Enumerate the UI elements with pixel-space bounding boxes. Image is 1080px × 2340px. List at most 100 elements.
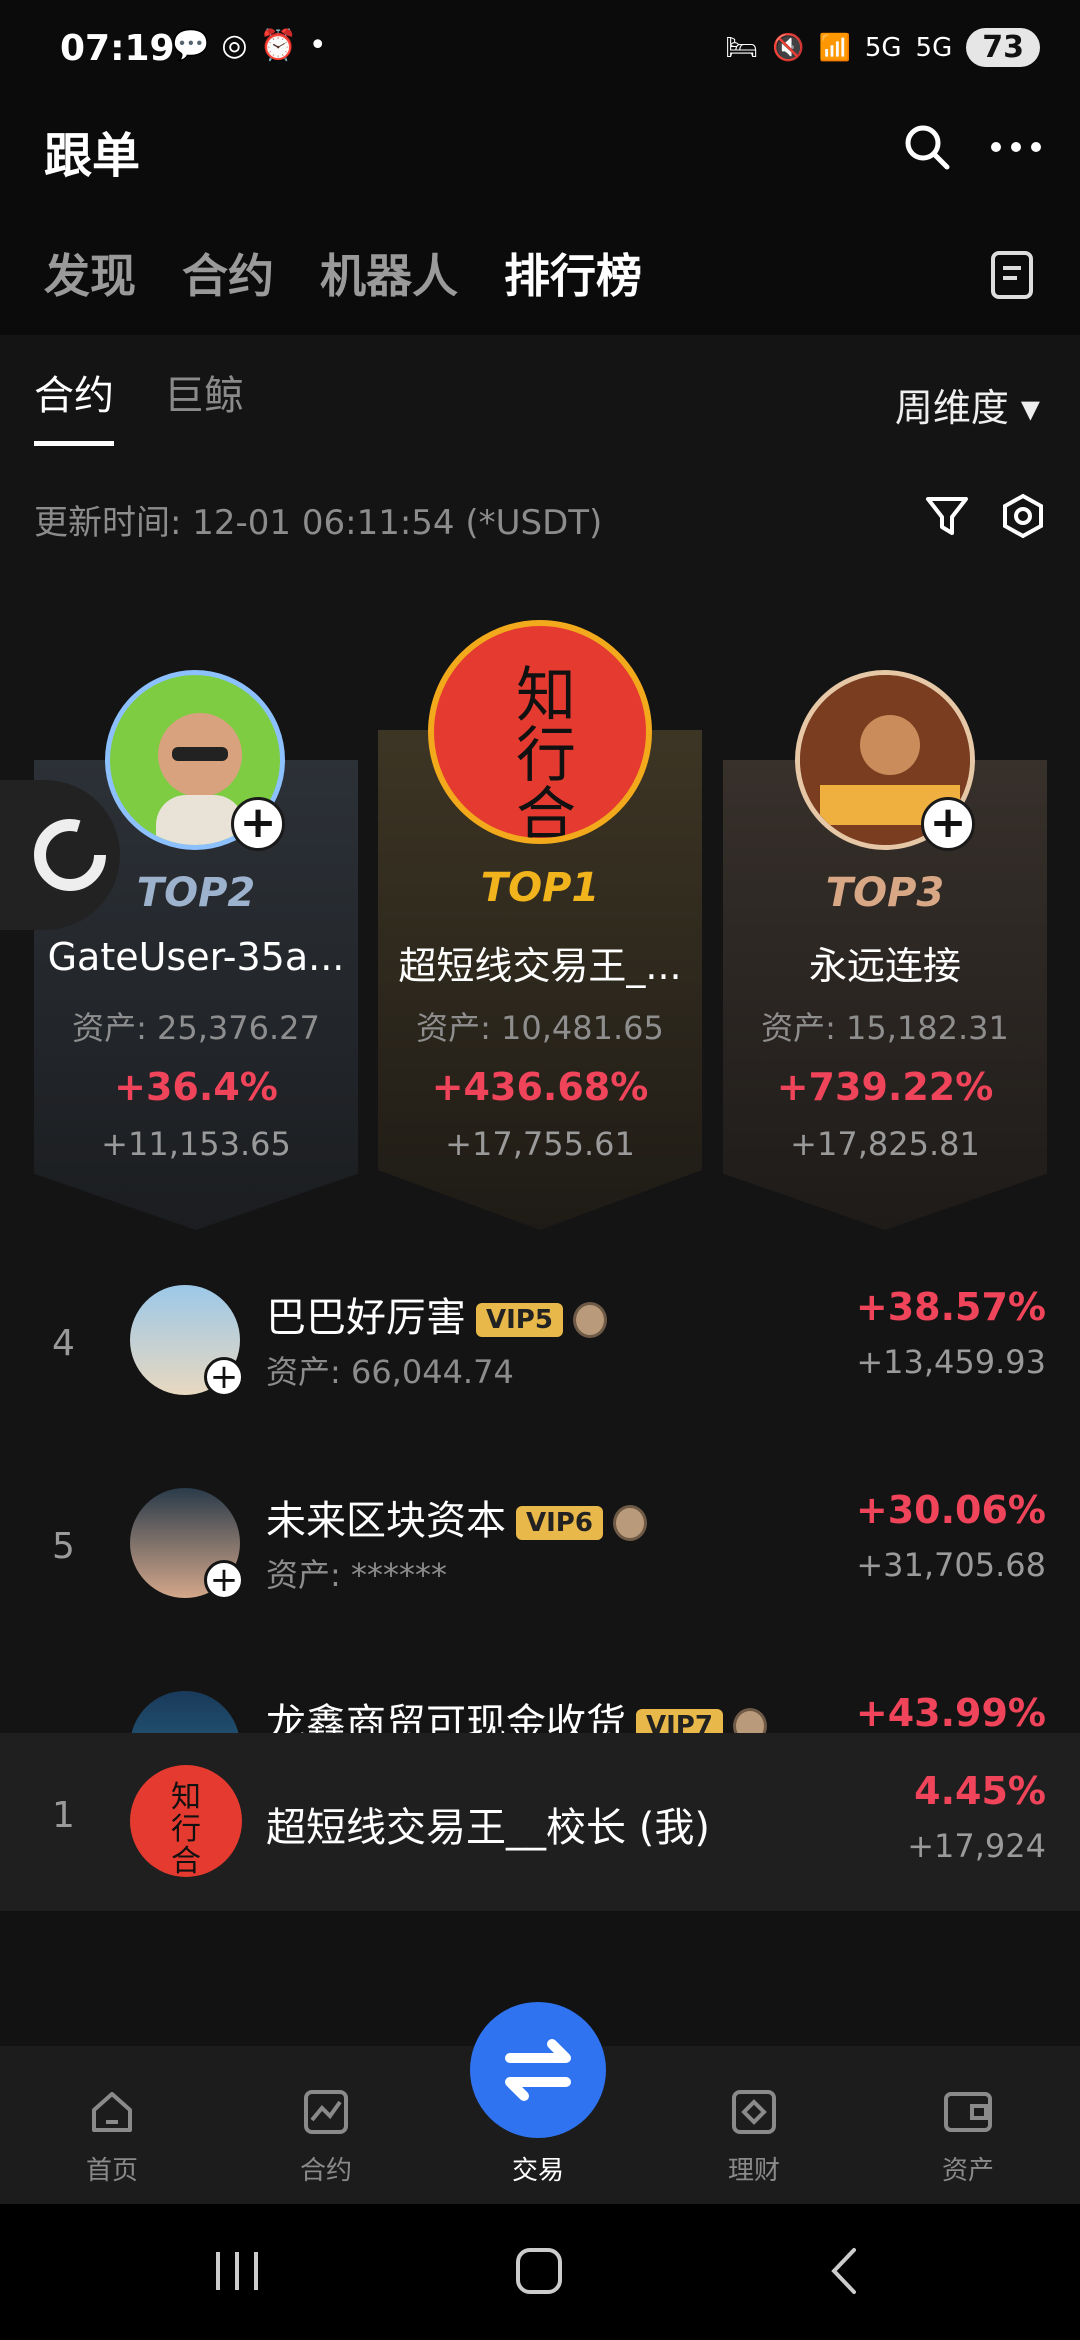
- top2-rank: TOP2: [136, 870, 256, 916]
- top3-asset: 资产: 15,182.31: [761, 1009, 1009, 1047]
- subtab-whale[interactable]: 巨鲸: [164, 363, 244, 446]
- search-icon[interactable]: [902, 122, 952, 172]
- leaderboard-content: 合约 巨鲸 周维度 ▾ 更新时间: 12-01 06:11:54 (*USDT)…: [0, 335, 1080, 1735]
- more-icon[interactable]: [988, 122, 1044, 172]
- page-title: 跟单: [44, 128, 141, 184]
- svg-text:知: 知: [171, 1780, 201, 1815]
- row-name: 巴巴好厉害: [266, 1295, 466, 1341]
- top1-avatar[interactable]: 知 行 合: [428, 620, 652, 844]
- row-pnl: +13,459.93: [856, 1343, 1046, 1381]
- top1-name: 超短线交易王_...: [398, 944, 682, 988]
- svg-text:行: 行: [171, 1812, 201, 1847]
- nav-home-label: 首页: [85, 2156, 138, 2186]
- nav-contract-label: 合约: [299, 2156, 352, 2186]
- signal-5g-1: 5G: [864, 32, 902, 63]
- tab-leaderboard[interactable]: 排行榜: [504, 240, 642, 306]
- top3-name: 永远连接: [808, 944, 961, 988]
- top1-pnl: +17,755.61: [445, 1125, 635, 1163]
- vip-badge: VIP7: [636, 1709, 723, 1735]
- top3-pnl: +17,825.81: [790, 1125, 980, 1163]
- subtab-contract[interactable]: 合约: [34, 363, 114, 446]
- medal-icon: [572, 1302, 607, 1338]
- status-notification-icons: 💬 ◎ ⏰ •: [172, 28, 327, 63]
- recent-apps-icon[interactable]: [212, 2248, 262, 2294]
- row-pnl: +31,705.68: [856, 1546, 1046, 1584]
- status-system-icons: 🛏 🔇 📶 5G 5G 73: [725, 28, 1040, 67]
- wifi-icon: 📶: [818, 32, 851, 63]
- nav-contract[interactable]: 合约: [246, 2086, 406, 2187]
- avatar-calligraphy-icon: 知 行 合: [171, 1780, 201, 1877]
- list-item[interactable]: 4 + 巴巴好厉害 VIP5 资产: 66,044.74 +38.57% +13,…: [0, 1285, 1080, 1435]
- row-pct: +30.06%: [855, 1488, 1046, 1532]
- status-time: 07:19: [60, 28, 175, 69]
- row-avatar[interactable]: [130, 1691, 240, 1735]
- alarm-icon: ⏰: [259, 28, 297, 63]
- nav-finance-label: 理财: [727, 2156, 780, 2186]
- row-name-line: 巴巴好厉害 VIP5: [266, 1285, 607, 1343]
- my-rank-bar[interactable]: 1 知 行 合 超短线交易王__校长 (我) 4.45% +17,924: [0, 1733, 1080, 1911]
- top1-asset: 资产: 10,481.65: [416, 1009, 664, 1047]
- finance-icon: [732, 2090, 776, 2134]
- row-name-line: 未来区块资本 VIP6: [266, 1488, 647, 1546]
- dot-icon: •: [308, 28, 327, 63]
- row-rank: 5: [52, 1526, 75, 1567]
- trade-button[interactable]: [470, 2002, 606, 2138]
- mute-icon: 🔇: [772, 32, 805, 63]
- svg-text:合: 合: [171, 1844, 201, 1877]
- sub-tabs: 合约 巨鲸: [34, 363, 244, 446]
- svg-text:合: 合: [516, 781, 576, 844]
- row-rank: 4: [52, 1323, 75, 1364]
- period-dropdown[interactable]: 周维度 ▾: [895, 377, 1040, 432]
- vip-badge: VIP5: [476, 1303, 563, 1337]
- filter-icon[interactable]: [924, 493, 970, 539]
- home-icon: [92, 2092, 132, 2132]
- tab-robot[interactable]: 机器人: [320, 240, 458, 306]
- tab-discover[interactable]: 发现: [44, 240, 136, 306]
- compass-icon: ◎: [221, 28, 248, 63]
- row-name-line: 龙鑫商贸可现金收货 VIP7: [266, 1691, 767, 1735]
- back-icon[interactable]: [826, 2246, 860, 2296]
- header: 跟单 发现 合约 机器人 排行榜: [0, 100, 1080, 335]
- nav-assets[interactable]: 资产: [888, 2086, 1048, 2187]
- row-pct: +38.57%: [855, 1285, 1046, 1329]
- vip-badge: VIP6: [516, 1506, 603, 1540]
- top3-rank: TOP3: [825, 870, 945, 916]
- row-name: 未来区块资本: [266, 1498, 506, 1544]
- wechat-icon: 💬: [172, 28, 210, 63]
- follow-button[interactable]: +: [204, 1357, 244, 1397]
- nav-home[interactable]: 首页: [32, 2086, 192, 2187]
- list-item[interactable]: 6 龙鑫商贸可现金收货VIP7 +43.99%: [0, 1691, 1080, 1735]
- top2-name: GateUser-35a...: [47, 935, 345, 979]
- nav-trade-label: 交易: [511, 2156, 564, 2186]
- follow-top2-button[interactable]: +: [231, 797, 285, 851]
- battery-icon: 73: [966, 28, 1040, 67]
- row-name: 龙鑫商贸可现金收货: [266, 1701, 626, 1735]
- my-pnl: +17,924: [907, 1827, 1046, 1865]
- home-button-icon[interactable]: [514, 2246, 564, 2296]
- document-icon[interactable]: [990, 250, 1034, 300]
- chart-icon: [304, 2090, 348, 2134]
- list-item[interactable]: 5 + 未来区块资本 VIP6 资产: ****** +30.06% +31,70…: [0, 1488, 1080, 1638]
- top3-pct: +739.22%: [776, 1065, 994, 1109]
- status-bar: 07:19 💬 ◎ ⏰ • 🛏 🔇 📶 5G 5G 73: [0, 0, 1080, 100]
- nav-assets-label: 资产: [941, 2156, 994, 2186]
- medal-icon: [732, 1708, 767, 1735]
- tab-contract[interactable]: 合约: [182, 240, 274, 306]
- top2-pct: +36.4%: [114, 1065, 278, 1109]
- top2-asset: 资产: 25,376.27: [72, 1009, 320, 1047]
- my-avatar[interactable]: 知 行 合: [130, 1765, 242, 1877]
- top1-rank: TOP1: [480, 865, 600, 911]
- my-name: 超短线交易王__校长 (我): [266, 1805, 710, 1851]
- follow-button[interactable]: +: [204, 1560, 244, 1600]
- row-pct: +43.99%: [855, 1691, 1046, 1735]
- nav-finance[interactable]: 理财: [674, 2086, 834, 2187]
- top1-pct: +436.68%: [431, 1065, 649, 1109]
- follow-top3-button[interactable]: +: [921, 797, 975, 851]
- settings-icon[interactable]: [1000, 493, 1046, 539]
- wallet-icon: [944, 2092, 992, 2132]
- row-asset: 资产: ******: [266, 1556, 447, 1594]
- bed-icon: 🛏: [725, 32, 759, 63]
- my-rank: 1: [52, 1795, 75, 1836]
- nav-tabs: 发现 合约 机器人 排行榜: [44, 240, 642, 306]
- swap-icon: [505, 2039, 571, 2101]
